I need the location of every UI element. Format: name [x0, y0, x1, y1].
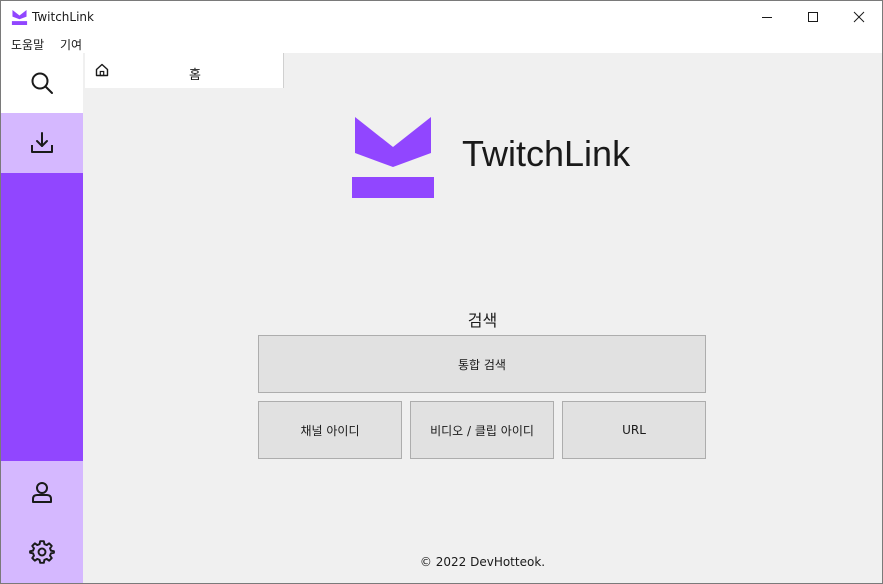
sidebar-search-button[interactable]: [1, 53, 83, 113]
maximize-button[interactable]: [790, 1, 836, 33]
window-title: TwitchLink: [32, 10, 94, 24]
menu-bar: 도움말 기여: [1, 34, 882, 53]
minimize-icon: [762, 17, 772, 18]
tab-bar: 홈: [83, 53, 882, 88]
title-bar[interactable]: TwitchLink: [1, 1, 882, 33]
channel-id-button[interactable]: 채널 아이디: [258, 401, 402, 459]
settings-icon: [29, 540, 55, 564]
home-icon: [95, 63, 109, 77]
download-icon: [31, 132, 53, 153]
account-icon: [32, 482, 52, 503]
main-content: 홈 TwitchLink 검색 통합 검색 채널 아이디 비디오 / 클립 아이…: [83, 53, 882, 583]
app-window: TwitchLink 도움말 기여 홈 TwitchLink 검색 통합 검색 …: [0, 0, 883, 584]
copyright-footer: © 2022 DevHotteok.: [419, 555, 546, 569]
tab-home-label: 홈: [189, 68, 201, 83]
search-heading: 검색: [467, 311, 498, 330]
sidebar-settings-button[interactable]: [1, 523, 83, 581]
tab-home[interactable]: 홈: [85, 53, 284, 88]
search-icon: [31, 72, 53, 94]
app-logo-icon: [11, 10, 28, 25]
close-button[interactable]: [836, 1, 882, 33]
close-icon: [853, 11, 865, 23]
unified-search-button[interactable]: 통합 검색: [258, 335, 706, 393]
sidebar-account-button[interactable]: [1, 463, 83, 521]
menu-contribute[interactable]: 기여: [60, 36, 82, 53]
twitchlink-logo: [352, 117, 434, 198]
video-clip-id-button[interactable]: 비디오 / 클립 아이디: [410, 401, 554, 459]
maximize-icon: [808, 12, 818, 22]
brand-title: TwitchLink: [462, 133, 631, 174]
sidebar: [1, 53, 83, 583]
minimize-button[interactable]: [744, 1, 790, 33]
url-button[interactable]: URL: [562, 401, 706, 459]
menu-help[interactable]: 도움말: [11, 36, 44, 53]
sidebar-download-button[interactable]: [1, 113, 83, 173]
